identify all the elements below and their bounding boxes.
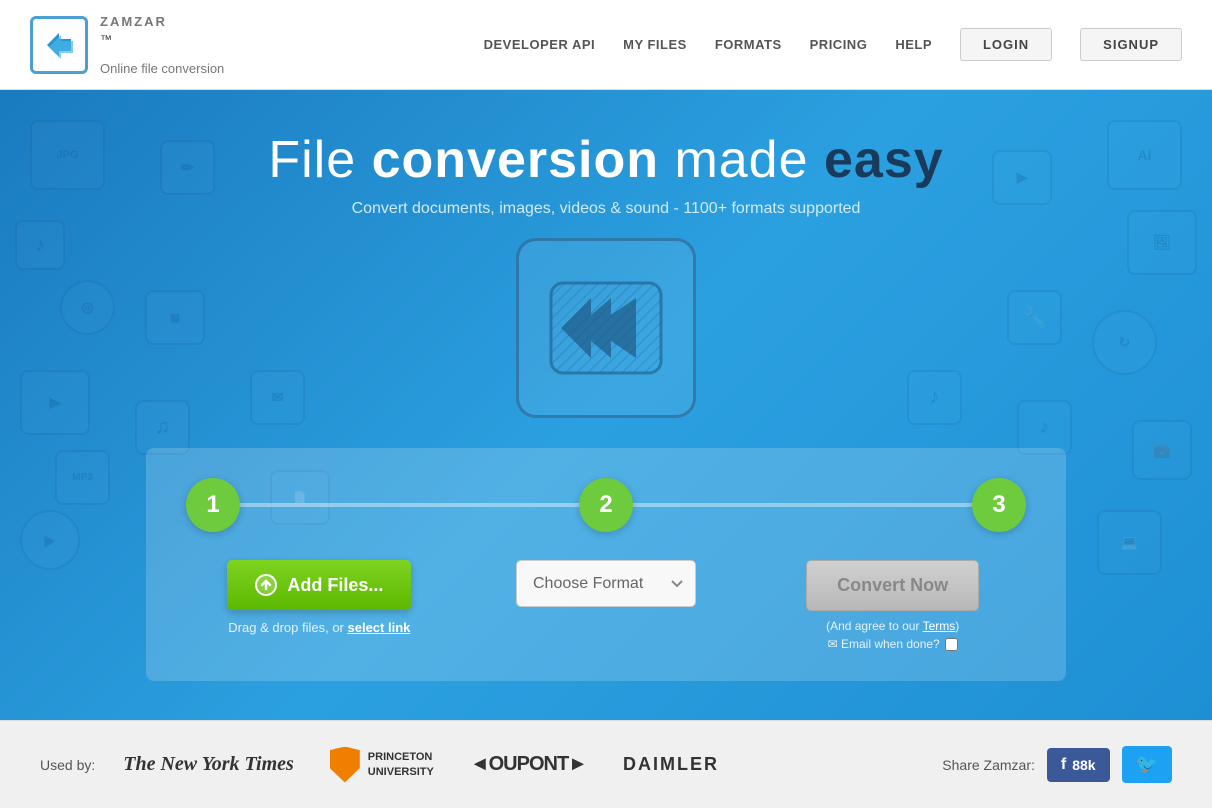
jpg-icon: JPG [30, 120, 105, 190]
step-3-section: Convert Now (And agree to our Terms) ✉ E… [759, 560, 1026, 651]
princeton-shield-icon [330, 747, 360, 783]
briefcase-icon: 💼 [1132, 420, 1192, 480]
steps-progress: 1 2 3 [186, 478, 1026, 532]
hero-title: File conversion made easy [268, 130, 943, 190]
agree-terms-text: (And agree to our Terms) [826, 619, 959, 633]
format-select[interactable]: Choose Format MP4 MP3 PDF JPG PNG DOCX [516, 560, 696, 607]
email-icon: ✉ [250, 370, 305, 425]
step-2-section: Choose Format MP4 MP3 PDF JPG PNG DOCX [473, 560, 740, 607]
brand-daimler: DAIMLER [623, 754, 719, 775]
steps-controls: Add Files... Drag & drop files, or selec… [186, 560, 1026, 651]
brand-logos: The New York Times PRINCETONUNIVERSITY ◄… [123, 747, 942, 783]
youtube-icon: ▶ [20, 510, 80, 570]
email-when-done-row: ✉ Email when done? [828, 637, 958, 651]
wrench-icon: 🔧 [1007, 290, 1062, 345]
nav-formats[interactable]: FORMATS [715, 37, 782, 52]
image-icon-1: 🖼 [1127, 210, 1197, 275]
convert-now-button[interactable]: Convert Now [806, 560, 979, 611]
header: ZAMZAR™ Online file conversion DEVELOPER… [0, 0, 1212, 90]
logo-tagline: Online file conversion [100, 61, 224, 76]
zamzar-arrows-icon [41, 27, 77, 63]
facebook-icon: f [1061, 756, 1066, 774]
drag-drop-hint: Drag & drop files, or select link [228, 620, 410, 635]
disc-icon: ◎ [60, 280, 115, 335]
pencil-icon: ✏ [160, 140, 215, 195]
facebook-share-button[interactable]: f 88k [1047, 748, 1110, 782]
play-icon-2: ▶ [992, 150, 1052, 205]
login-button[interactable]: LOGIN [960, 28, 1052, 61]
main-nav: DEVELOPER API MY FILES FORMATS PRICING H… [484, 28, 1182, 61]
footer: Used by: The New York Times PRINCETONUNI… [0, 720, 1212, 808]
music-icon-4: ♪ [907, 370, 962, 425]
hero-subtitle: Convert documents, images, videos & soun… [352, 200, 861, 218]
nav-developer-api[interactable]: DEVELOPER API [484, 37, 595, 52]
step-2-circle: 2 [579, 478, 633, 532]
logo-name: ZAMZAR™ [100, 14, 224, 61]
brand-dupont: ◄OUPONT► [470, 753, 587, 776]
hero-section: JPG ♪ ◎ ▶ MP3 ▶ ✏ ▦ ♫ Ai 🖼 ↻ 💼 💻 ▶ 🔧 ♪ ✉… [0, 90, 1212, 720]
nav-help[interactable]: HELP [895, 37, 932, 52]
upload-icon [255, 574, 277, 596]
nav-pricing[interactable]: PRICING [810, 37, 868, 52]
share-label: Share Zamzar: [942, 757, 1035, 773]
email-checkbox[interactable] [945, 638, 958, 651]
play-icon-1: ▶ [20, 370, 90, 435]
twitter-icon: 🐦 [1136, 754, 1158, 774]
step-3-circle: 3 [972, 478, 1026, 532]
video-strip-icon: ▦ [145, 290, 205, 345]
used-by-label: Used by: [40, 757, 95, 773]
logo-icon [30, 16, 88, 74]
zamzar-fast-forward-icon [546, 278, 666, 378]
zamzar-center-logo [516, 238, 696, 418]
laptop-icon: 💻 [1097, 510, 1162, 575]
music-icon-3: ♪ [1017, 400, 1072, 455]
mp3-icon: MP3 [55, 450, 110, 505]
share-area: Share Zamzar: f 88k 🐦 [942, 746, 1172, 783]
signup-button[interactable]: SIGNUP [1080, 28, 1182, 61]
fb-count: 88k [1072, 757, 1095, 773]
steps-panel: 1 2 3 Add Files... Drag & drop files, or… [146, 448, 1066, 681]
music-icon-2: ♫ [135, 400, 190, 455]
logo-area: ZAMZAR™ Online file conversion [30, 14, 224, 76]
select-link[interactable]: select link [348, 620, 411, 635]
step-1-circle: 1 [186, 478, 240, 532]
brand-nyt: The New York Times [123, 753, 294, 776]
email-label: ✉ Email when done? [828, 637, 940, 651]
logo-text: ZAMZAR™ Online file conversion [100, 14, 224, 76]
refresh-icon: ↻ [1092, 310, 1157, 375]
nav-my-files[interactable]: MY FILES [623, 37, 687, 52]
music-icon-1: ♪ [15, 220, 65, 270]
terms-link[interactable]: Terms [923, 619, 956, 633]
twitter-share-button[interactable]: 🐦 [1122, 746, 1172, 783]
brand-princeton: PRINCETONUNIVERSITY [330, 747, 434, 783]
step-1-section: Add Files... Drag & drop files, or selec… [186, 560, 453, 635]
ai-icon: Ai [1107, 120, 1182, 190]
add-files-button[interactable]: Add Files... [227, 560, 411, 610]
